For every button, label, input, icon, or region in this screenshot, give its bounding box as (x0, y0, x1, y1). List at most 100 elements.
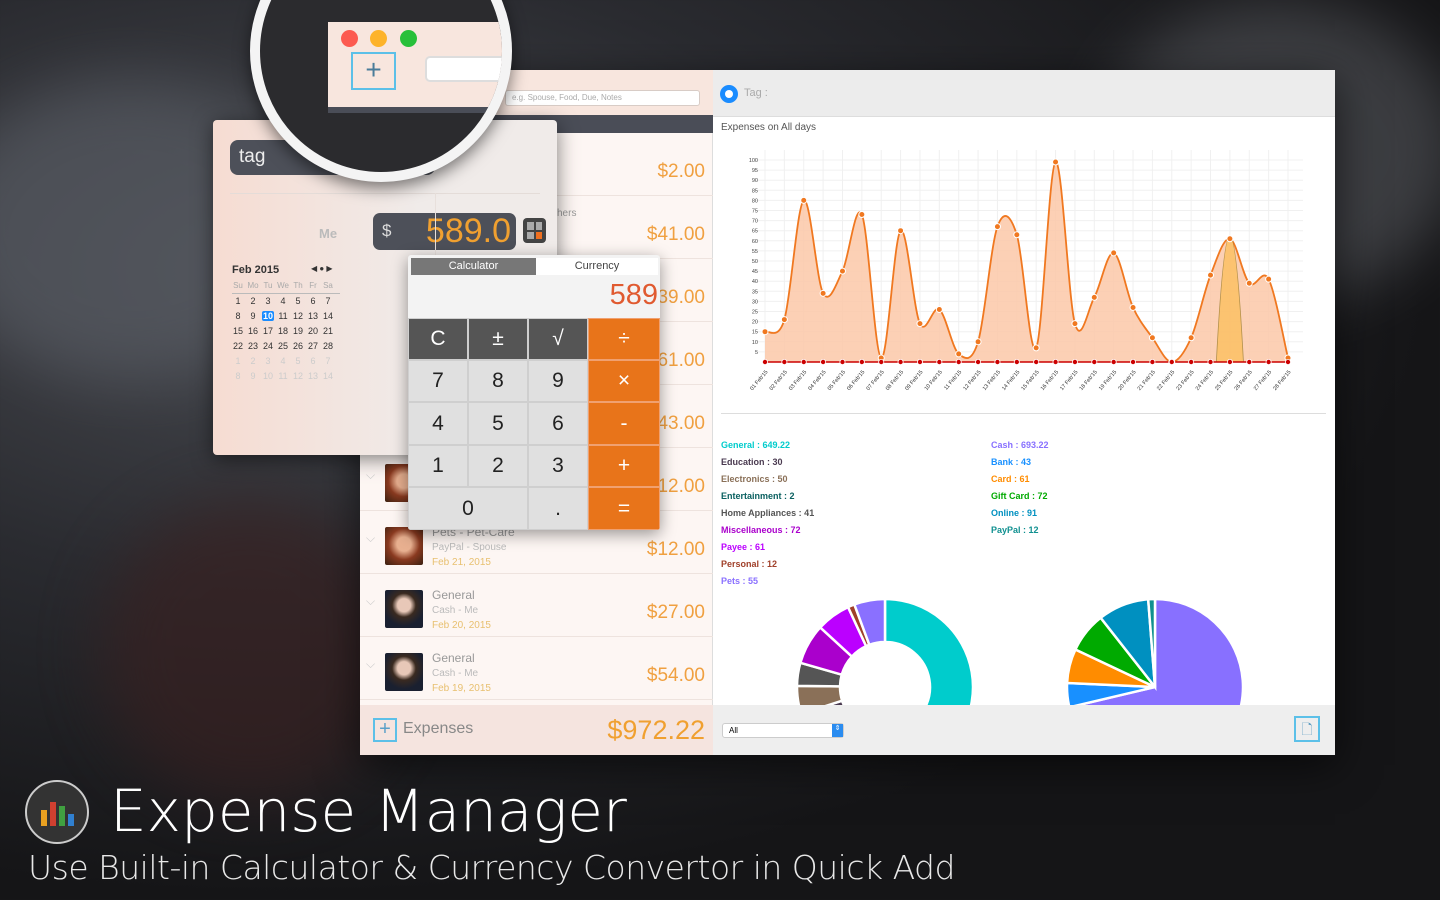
calc-key[interactable]: 3 (528, 445, 588, 487)
calendar-day[interactable]: 1 (232, 356, 244, 366)
calc-key[interactable]: 4 (408, 402, 468, 445)
calc-key[interactable]: + (588, 445, 660, 487)
area-fill (765, 161, 1288, 362)
calendar-day[interactable]: 4 (277, 356, 289, 366)
y-tick-label: 20 (752, 320, 758, 326)
calc-key[interactable]: . (528, 487, 588, 530)
calc-key[interactable]: - (588, 402, 660, 445)
item-category: General (432, 588, 475, 602)
calendar-day[interactable]: 7 (322, 296, 334, 306)
item-account: PayPal - Spouse (432, 542, 507, 553)
chevron-down-icon[interactable]: ⌵ (366, 468, 375, 483)
calendar-day[interactable]: 27 (307, 341, 319, 351)
calc-key[interactable]: 1 (408, 445, 468, 487)
calendar-day[interactable]: 1 (232, 296, 244, 306)
calendar-day[interactable]: 20 (307, 326, 319, 336)
calendar-day[interactable]: 6 (307, 296, 319, 306)
calendar-day[interactable]: 13 (307, 311, 319, 321)
calendar-day[interactable]: 4 (277, 296, 289, 306)
search-input-zoomed[interactable] (425, 56, 502, 82)
y-tick-label: 70 (752, 219, 758, 225)
add-expense-button[interactable]: + (373, 718, 397, 742)
list-item[interactable]: ⌵ General Cash - Me Feb 19, 2015 $54.00 (360, 637, 713, 700)
calendar-day[interactable]: 6 (307, 356, 319, 366)
calc-key[interactable]: C (408, 318, 468, 360)
calendar-day[interactable]: 2 (247, 296, 259, 306)
calendar-day[interactable]: 12 (292, 371, 304, 381)
calendar-day[interactable]: 8 (232, 311, 244, 321)
close-button[interactable] (341, 30, 358, 47)
calc-key[interactable]: 0 (408, 487, 528, 530)
calendar-day[interactable]: 12 (292, 311, 304, 321)
calendar-day[interactable]: 22 (232, 341, 244, 351)
calc-key[interactable]: √ (528, 318, 588, 360)
calendar-day[interactable]: 23 (247, 341, 259, 351)
item-date: Feb 19, 2015 (432, 683, 491, 694)
list-item[interactable]: ⌵ General Cash - Me Feb 20, 2015 $27.00 (360, 574, 713, 637)
weekday-label: We (277, 281, 289, 290)
calendar-day[interactable]: 3 (262, 296, 274, 306)
data-point (994, 358, 1001, 365)
calc-key[interactable]: × (588, 360, 660, 402)
quick-add-button[interactable]: + (351, 52, 396, 90)
weekday-label: Su (233, 281, 243, 290)
calendar-day[interactable]: 21 (322, 326, 334, 336)
tab-currency[interactable]: Currency (536, 258, 658, 275)
calendar-day[interactable]: 11 (277, 311, 289, 321)
calendar-day[interactable]: 26 (292, 341, 304, 351)
calc-key[interactable]: ÷ (588, 318, 660, 360)
calendar-day[interactable]: 5 (292, 296, 304, 306)
calc-key[interactable]: = (588, 487, 660, 530)
calendar-day[interactable]: 9 (247, 311, 259, 321)
calc-key[interactable]: 2 (468, 445, 528, 487)
calendar-day[interactable]: 11 (277, 371, 289, 381)
calendar-day[interactable]: 14 (322, 371, 334, 381)
calendar-day[interactable]: 25 (277, 341, 289, 351)
calendar-day[interactable]: 14 (322, 311, 334, 321)
data-point (820, 358, 827, 365)
calendar-day[interactable]: 7 (322, 356, 334, 366)
zoom-button[interactable] (400, 30, 417, 47)
pie-slice (795, 684, 844, 705)
data-point (1130, 358, 1137, 365)
calendar-day[interactable]: 19 (292, 326, 304, 336)
amount-field[interactable]: $ 589.0 (373, 212, 516, 250)
calc-key[interactable]: 5 (468, 402, 528, 445)
calendar-day[interactable]: 10 (262, 311, 274, 321)
calculator-icon[interactable] (523, 218, 546, 243)
calendar-day[interactable]: 10 (262, 371, 274, 381)
payee-field[interactable]: Me (319, 226, 337, 241)
search-input[interactable]: e.g. Spouse, Food, Due, Notes (505, 90, 700, 106)
calendar-day[interactable]: 17 (262, 326, 274, 336)
calc-key[interactable]: 7 (408, 360, 468, 402)
gear-icon[interactable] (720, 85, 738, 103)
calendar-day[interactable]: 9 (247, 371, 259, 381)
calendar-day[interactable]: 15 (232, 326, 244, 336)
calc-key[interactable]: ± (468, 318, 528, 360)
filter-select[interactable]: All ⇕ (722, 723, 844, 738)
x-tick-label: 10 Feb'15 (924, 369, 944, 391)
calendar-nav[interactable]: ◀ ● ▶ (311, 264, 333, 273)
calendar-day[interactable]: 5 (292, 356, 304, 366)
minimize-button[interactable] (370, 30, 387, 47)
calendar-day[interactable]: 28 (322, 341, 334, 351)
calendar-day[interactable]: 13 (307, 371, 319, 381)
chevron-down-icon[interactable]: ⌵ (366, 657, 375, 672)
data-point (1110, 249, 1118, 257)
calendar-day[interactable]: 24 (262, 341, 274, 351)
chevron-down-icon[interactable]: ⌵ (366, 531, 375, 546)
export-icon[interactable]: 🗋 (1294, 716, 1320, 742)
item-category: General (432, 651, 475, 665)
chevron-down-icon[interactable]: ⌵ (366, 594, 375, 609)
calendar-day[interactable]: 8 (232, 371, 244, 381)
tab-calculator[interactable]: Calculator (411, 258, 536, 275)
calc-key[interactable]: 9 (528, 360, 588, 402)
calendar-day[interactable]: 3 (262, 356, 274, 366)
calc-key[interactable]: 8 (468, 360, 528, 402)
calendar-day[interactable]: 2 (247, 356, 259, 366)
calendar-day[interactable]: 16 (247, 326, 259, 336)
list-footer: + Expenses $972.22 (360, 705, 713, 755)
calendar-day[interactable]: 18 (277, 326, 289, 336)
calc-key[interactable]: 6 (528, 402, 588, 445)
x-tick-label: 07 Feb'15 (866, 369, 886, 391)
